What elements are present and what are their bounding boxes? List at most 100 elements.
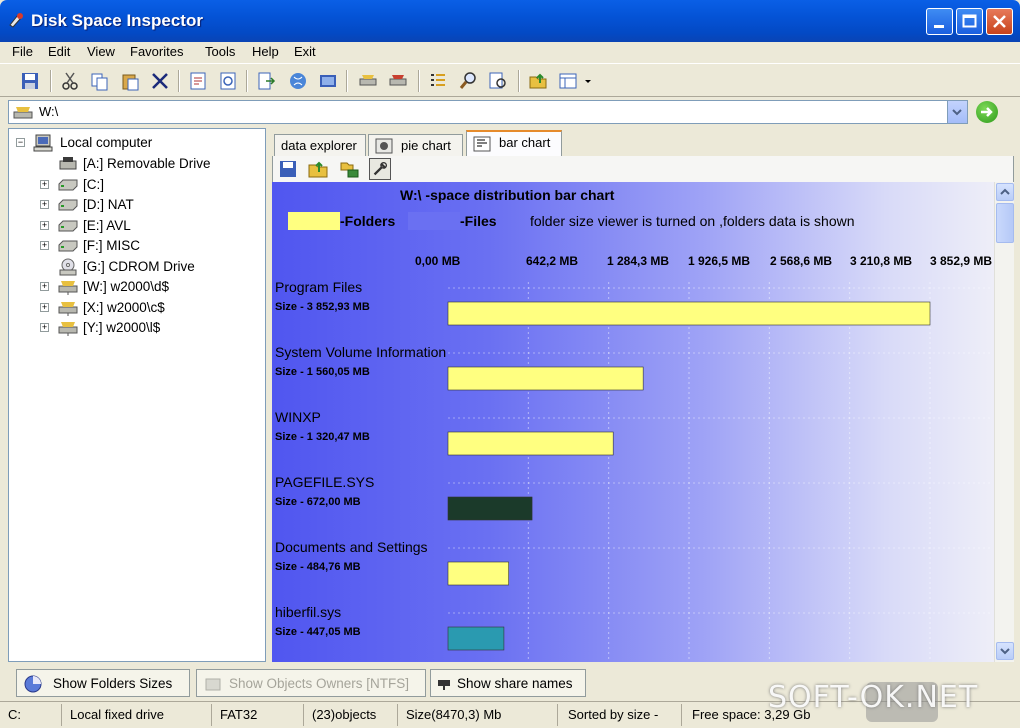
menu-tools[interactable]: Tools	[205, 44, 235, 59]
cut-icon[interactable]	[60, 71, 80, 91]
tree-item-c[interactable]: + [C:]	[9, 175, 265, 195]
find-file-icon[interactable]	[488, 71, 508, 91]
bar-chart-panel: W:\ -space distribution bar chart -Folde…	[272, 182, 994, 662]
scroll-down-button[interactable]	[996, 642, 1014, 660]
go-button[interactable]	[976, 101, 998, 123]
menu-exit[interactable]: Exit	[294, 44, 316, 59]
folder-up-icon[interactable]	[307, 158, 329, 180]
tree-root-label: Local computer	[60, 135, 153, 150]
floppy-drive-icon	[59, 157, 77, 170]
menu-favorites[interactable]: Favorites	[130, 44, 183, 59]
dropdown-arrow-icon[interactable]	[582, 71, 594, 91]
bar[interactable]	[447, 496, 533, 521]
maximize-icon	[962, 14, 977, 28]
search-icon[interactable]	[458, 71, 478, 91]
legend-files-label: -Files	[460, 213, 497, 229]
tree-item-e[interactable]: + [E:] AVL	[9, 216, 265, 236]
tree-item-g[interactable]: [G:] CDROM Drive	[9, 257, 265, 277]
export-icon[interactable]	[256, 71, 276, 91]
refresh-icon[interactable]	[218, 71, 238, 91]
menu-edit[interactable]: Edit	[48, 44, 70, 59]
maximize-button[interactable]	[956, 8, 983, 35]
delete-icon[interactable]	[150, 71, 170, 91]
legend-folders-label: -Folders	[340, 213, 395, 229]
computer-icon	[33, 134, 53, 152]
bar-chart: W:\ -space distribution bar chart -Folde…	[275, 187, 992, 662]
title-bar[interactable]: Disk Space Inspector	[0, 0, 1020, 42]
expand-toggle[interactable]: +	[40, 303, 49, 312]
disconnect-drive-icon[interactable]	[388, 71, 408, 91]
paste-icon[interactable]	[120, 71, 140, 91]
grid-view-icon[interactable]	[318, 71, 338, 91]
tree-root-local-computer[interactable]: − Local computer	[9, 133, 265, 153]
drive-tree: − Local computer [A:] Removable Drive + …	[8, 128, 266, 662]
x-tick-label: 3 852,9 MB	[930, 254, 992, 268]
bar-value-label: Size - 3 852,93 MB	[275, 301, 370, 313]
expand-toggle[interactable]: +	[40, 323, 49, 332]
web-report-icon[interactable]	[288, 71, 308, 91]
window-title: Disk Space Inspector	[31, 11, 203, 30]
menu-file[interactable]: File	[12, 44, 33, 59]
bar[interactable]	[447, 561, 509, 586]
chart-scrollbar[interactable]	[994, 182, 1014, 662]
show-objects-owners-button[interactable]: Show Objects Owners [NTFS]	[196, 669, 426, 697]
address-dropdown-button[interactable]	[947, 101, 967, 123]
properties-icon[interactable]	[188, 71, 208, 91]
go-arrow-icon	[981, 107, 993, 117]
copy-icon[interactable]	[90, 71, 110, 91]
collapse-toggle[interactable]: −	[16, 138, 25, 147]
tab-bar-chart[interactable]: bar chart	[466, 130, 562, 157]
network-drive-icon[interactable]	[358, 71, 378, 91]
tab-pie-chart[interactable]: pie chart	[368, 134, 463, 156]
status-sort: Sorted by size -	[558, 704, 682, 726]
status-drive: C:	[0, 704, 62, 726]
expand-toggle[interactable]: +	[40, 241, 49, 250]
chevron-up-icon	[1000, 188, 1010, 195]
tree-item-f[interactable]: + [F:] MISC	[9, 236, 265, 256]
tree-item-label: [C:]	[83, 177, 105, 192]
scroll-thumb[interactable]	[996, 203, 1014, 243]
show-folders-sizes-button[interactable]: Show Folders Sizes	[16, 669, 190, 697]
bar[interactable]	[447, 431, 614, 456]
bar[interactable]	[447, 366, 644, 391]
tree-item-w[interactable]: + [W:] w2000\d$	[9, 277, 265, 297]
x-tick-label: 3 210,8 MB	[850, 254, 912, 268]
view-options-icon[interactable]	[558, 71, 578, 91]
chart-title: W:\ -space distribution bar chart	[400, 187, 615, 203]
menu-help[interactable]: Help	[252, 44, 279, 59]
settings-tool-icon[interactable]	[369, 158, 391, 180]
tree-item-y[interactable]: + [Y:] w2000\l$	[9, 318, 265, 338]
save-icon[interactable]	[20, 71, 40, 91]
network-drive-icon	[13, 107, 33, 119]
menu-view[interactable]: View	[87, 44, 115, 59]
expand-toggle[interactable]: +	[40, 180, 49, 189]
bar-value-label: Size - 672,00 MB	[275, 496, 361, 508]
tree-item-a[interactable]: [A:] Removable Drive	[9, 154, 265, 174]
address-input[interactable]: W:\	[8, 100, 968, 124]
expand-toggle[interactable]: +	[40, 282, 49, 291]
show-share-names-button[interactable]: Show share names	[430, 669, 586, 697]
bar[interactable]	[447, 626, 505, 651]
chevron-down-icon	[1000, 648, 1010, 655]
close-button[interactable]	[986, 8, 1013, 35]
chart-toolbar	[272, 156, 1014, 182]
save-chart-icon[interactable]	[277, 158, 299, 180]
tree-item-d[interactable]: + [D:] NAT	[9, 195, 265, 215]
list-icon[interactable]	[428, 71, 448, 91]
cdrom-icon	[59, 258, 77, 276]
app-icon	[9, 13, 23, 28]
bar-category-label: System Volume Information	[275, 344, 446, 360]
hard-drive-icon	[58, 199, 78, 211]
chart-grid	[448, 282, 992, 662]
bar-chart-icon	[473, 136, 491, 152]
tree-item-x[interactable]: + [X:] w2000\c$	[9, 298, 265, 318]
tree-item-label: [D:] NAT	[83, 197, 134, 212]
expand-toggle[interactable]: +	[40, 200, 49, 209]
scroll-up-button[interactable]	[996, 183, 1014, 201]
tab-data-explorer[interactable]: data explorer	[274, 134, 366, 156]
minimize-button[interactable]	[926, 8, 953, 35]
folder-up-icon[interactable]	[528, 71, 548, 91]
folder-tree-icon[interactable]	[339, 158, 361, 180]
bar[interactable]	[447, 301, 931, 326]
expand-toggle[interactable]: +	[40, 221, 49, 230]
